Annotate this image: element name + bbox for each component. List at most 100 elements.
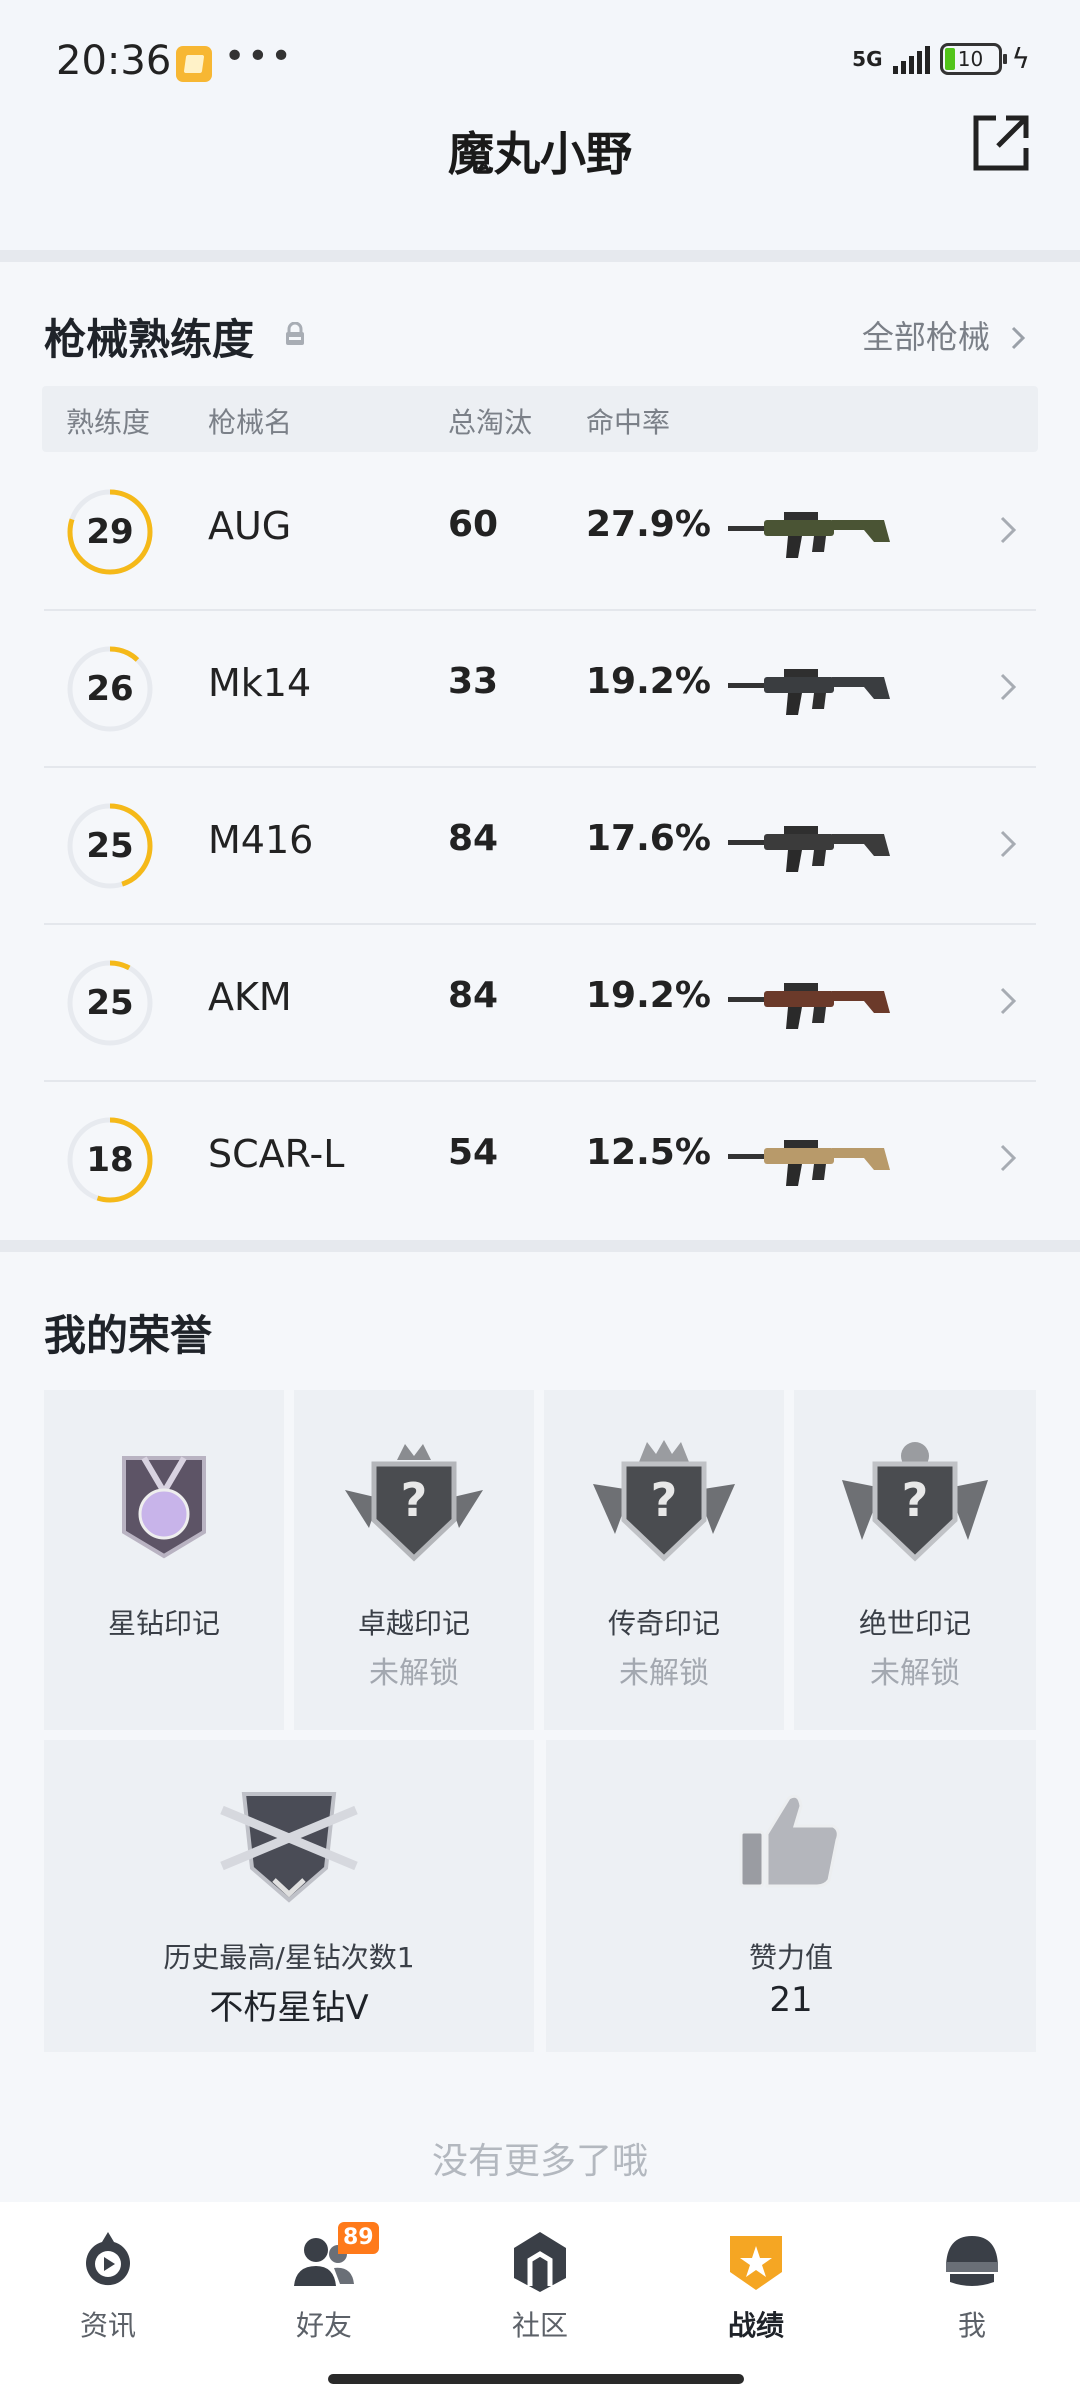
weapon-row[interactable]: 29 AUG 60 27.9% bbox=[44, 454, 1036, 611]
charging-bolt-icon: ϟ bbox=[1011, 42, 1030, 75]
locked-badge-icon: ? bbox=[345, 1444, 483, 1562]
badge-legend[interactable]: ? 传奇印记 未解锁 bbox=[544, 1390, 784, 1730]
nav-label: 战绩 bbox=[727, 2309, 784, 2342]
crossed-rifles-rank-icon bbox=[220, 1792, 358, 1903]
weapon-accuracy: 19.2% bbox=[586, 975, 711, 1016]
proficiency-level: 25 bbox=[86, 826, 134, 866]
battery-level: 10 bbox=[957, 46, 984, 71]
status-time: 20:36 bbox=[56, 38, 172, 84]
home-indicator[interactable] bbox=[328, 2374, 744, 2384]
section-divider bbox=[0, 1240, 1080, 1252]
locked-badge-icon: ? bbox=[842, 1442, 988, 1562]
proficiency-level: 18 bbox=[86, 1140, 134, 1180]
nav-item-record[interactable]: 战绩 bbox=[648, 2228, 864, 2358]
proficiency-level: 29 bbox=[86, 512, 134, 552]
badge-star-diamond[interactable]: 星钻印记 bbox=[44, 1390, 284, 1730]
weapon-section-title: 枪械熟练度 bbox=[44, 315, 255, 364]
weapon-image bbox=[728, 669, 890, 715]
more-notifications-icon: ••• bbox=[224, 36, 294, 77]
weapon-accuracy: 17.6% bbox=[586, 818, 711, 859]
weapon-name: AKM bbox=[208, 975, 292, 1019]
signal-icon bbox=[892, 44, 930, 74]
weapon-image bbox=[728, 1140, 890, 1186]
badge-label: 星钻印记 bbox=[107, 1607, 220, 1640]
bottom-navigation: 资讯 89 好友 社区 战绩 我 bbox=[0, 2202, 1080, 2400]
svg-text:?: ? bbox=[902, 1473, 929, 1527]
nav-label: 社区 bbox=[511, 2309, 568, 2342]
col-accuracy: 命中率 bbox=[586, 406, 671, 439]
network-type: 5G bbox=[852, 46, 883, 71]
best-rank-label: 历史最高/星钻次数1 bbox=[163, 1941, 415, 1974]
weapon-kills: 54 bbox=[448, 1132, 499, 1173]
likes-card[interactable]: 赞力值 21 bbox=[546, 1740, 1036, 2052]
proficiency-level: 26 bbox=[86, 669, 134, 709]
weapon-accuracy: 12.5% bbox=[586, 1132, 711, 1173]
badge-label: 绝世印记 bbox=[858, 1607, 971, 1640]
weapon-row[interactable]: 25 M416 84 17.6% bbox=[44, 768, 1036, 925]
proficiency-level: 25 bbox=[86, 983, 134, 1023]
weapon-proficiency-section: 枪械熟练度 全部枪械 熟练度 枪械名 总淘汰 命中率 29 AUG 60 27.9% 2… bbox=[0, 262, 1080, 1240]
best-rank-value: 不朽星钻V bbox=[209, 1988, 369, 2028]
col-kills: 总淘汰 bbox=[448, 406, 533, 439]
honors-section: 我的荣誉 星钻印记 ? 卓越印记 未解锁 ? 传奇印记 未解锁 ? 绝世印记 未… bbox=[0, 1252, 1080, 2202]
chevron-right-icon bbox=[1000, 516, 1017, 544]
badge-status: 未解锁 bbox=[369, 1656, 459, 1691]
profile-icon bbox=[946, 2236, 998, 2286]
star-diamond-medal-icon bbox=[122, 1456, 206, 1559]
weapon-name: Mk14 bbox=[208, 661, 312, 705]
weapon-row[interactable]: 26 Mk14 33 19.2% bbox=[44, 611, 1036, 768]
chevron-right-icon bbox=[1000, 987, 1017, 1015]
weapon-kills: 84 bbox=[448, 975, 499, 1016]
chevron-right-icon bbox=[1000, 830, 1017, 858]
nav-label: 我 bbox=[957, 2309, 986, 2342]
weapon-name: SCAR-L bbox=[208, 1132, 345, 1176]
badge-status: 未解锁 bbox=[870, 1656, 960, 1691]
weapon-image bbox=[728, 983, 890, 1029]
badge-label: 传奇印记 bbox=[607, 1607, 720, 1640]
nav-label: 好友 bbox=[295, 2309, 352, 2342]
badge-excellence[interactable]: ? 卓越印记 未解锁 bbox=[294, 1390, 534, 1730]
weapon-kills: 33 bbox=[448, 661, 499, 702]
badge-peerless[interactable]: ? 绝世印记 未解锁 bbox=[794, 1390, 1036, 1730]
weapon-kills: 84 bbox=[448, 818, 499, 859]
weapon-accuracy: 27.9% bbox=[586, 504, 711, 545]
weapon-image bbox=[728, 826, 890, 872]
page-title: 魔丸小野 bbox=[448, 127, 632, 181]
weapon-row[interactable]: 18 SCAR-L 54 12.5% bbox=[44, 1082, 1036, 1239]
news-icon bbox=[86, 2232, 130, 2286]
record-icon bbox=[730, 2236, 782, 2290]
thumbs-up-icon bbox=[739, 1794, 840, 1888]
notification-app-icon bbox=[176, 46, 212, 82]
section-divider bbox=[0, 250, 1080, 262]
col-weapon-name: 枪械名 bbox=[208, 406, 293, 439]
likes-value: 21 bbox=[769, 1980, 813, 2020]
badge-label: 卓越印记 bbox=[357, 1607, 470, 1640]
likes-label: 赞力值 bbox=[748, 1941, 833, 1974]
weapon-name: AUG bbox=[208, 504, 292, 548]
page-header: 魔丸小野 bbox=[0, 100, 1080, 250]
weapon-kills: 60 bbox=[448, 504, 499, 545]
friends-badge: 89 bbox=[338, 2222, 379, 2254]
weapon-table-header: 熟练度 枪械名 总淘汰 命中率 bbox=[42, 386, 1038, 452]
weapon-row[interactable]: 25 AKM 84 19.2% bbox=[44, 925, 1036, 1082]
chevron-right-icon bbox=[1000, 1144, 1017, 1172]
nav-item-profile[interactable]: 我 bbox=[864, 2228, 1080, 2358]
community-icon bbox=[514, 2232, 566, 2292]
best-rank-card[interactable]: 历史最高/星钻次数1 不朽星钻V bbox=[44, 1740, 534, 2052]
chevron-right-icon bbox=[1000, 673, 1017, 701]
svg-text:?: ? bbox=[651, 1473, 678, 1527]
nav-item-community[interactable]: 社区 bbox=[432, 2228, 648, 2358]
honors-section-title: 我的荣誉 bbox=[44, 1311, 213, 1360]
end-of-list-text: 没有更多了哦 bbox=[431, 2141, 648, 2182]
nav-item-friends[interactable]: 89 好友 bbox=[216, 2222, 432, 2358]
badge-status: 未解锁 bbox=[619, 1656, 709, 1691]
all-weapons-link[interactable]: 全部枪械 bbox=[862, 312, 1026, 358]
svg-text:?: ? bbox=[401, 1473, 428, 1527]
nav-label: 资讯 bbox=[79, 2309, 136, 2342]
locked-badge-icon: ? bbox=[593, 1440, 735, 1562]
weapon-accuracy: 19.2% bbox=[586, 661, 711, 702]
all-weapons-label: 全部枪械 bbox=[861, 318, 990, 356]
nav-item-news[interactable]: 资讯 bbox=[0, 2228, 216, 2358]
share-icon[interactable] bbox=[970, 112, 1032, 174]
lock-icon bbox=[286, 322, 304, 345]
